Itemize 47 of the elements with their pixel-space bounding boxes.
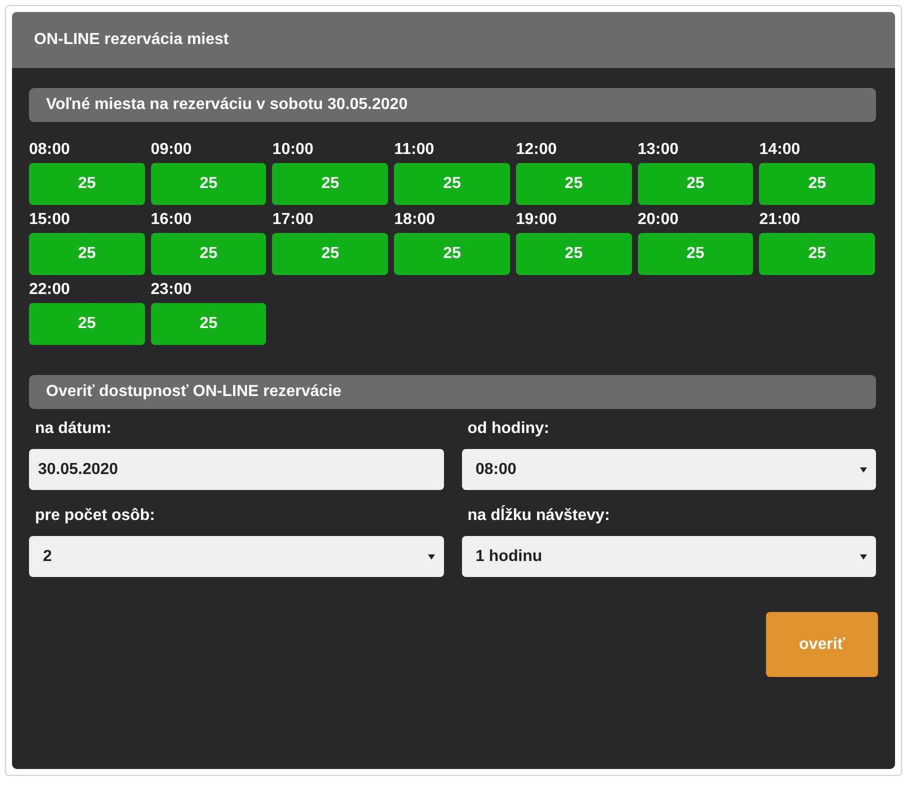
slot-button[interactable]: 25 [150, 163, 266, 205]
input-field[interactable]: 30.05.2020 [29, 449, 444, 490]
slot-time: 23:00 [150, 280, 192, 300]
slot-button[interactable]: 25 [150, 233, 266, 275]
slot-button[interactable]: 25 [638, 233, 754, 275]
field-label: od hodiny: [468, 419, 550, 439]
slot-button[interactable]: 25 [29, 233, 145, 275]
section-title: Overiť dostupnosť ON-LINE rezervácie [46, 383, 342, 401]
dropdown[interactable]: 1 hodinu [462, 536, 876, 577]
slot-time: 16:00 [150, 210, 192, 230]
slot-button[interactable]: 25 [272, 163, 388, 205]
slot-time: 15:00 [29, 210, 70, 230]
dropdown[interactable]: 08:00 [462, 449, 876, 490]
slot-time: 12:00 [516, 140, 557, 160]
section-title: Voľné miesta na rezerváciu v sobotu 30.05.2020 [46, 96, 408, 114]
slot-time: 20:00 [638, 210, 678, 230]
panel-title: ON-LINE rezervácia miest [34, 31, 229, 49]
slot-time: 17:00 [272, 210, 314, 230]
field-label: pre počet osôb: [35, 506, 156, 526]
slot-button[interactable]: 25 [759, 233, 875, 275]
slot-button[interactable]: 25 [516, 163, 632, 205]
caret-icon [860, 466, 867, 472]
slot-time: 13:00 [638, 140, 678, 160]
slot-time: 09:00 [150, 140, 192, 160]
slot-button[interactable]: 25 [29, 303, 145, 345]
dropdown[interactable]: 2 [29, 536, 444, 577]
field-label: na dátum: [35, 419, 112, 439]
slot-button[interactable]: 25 [394, 233, 510, 275]
slot-time: 21:00 [759, 210, 800, 230]
slot-button[interactable]: 25 [394, 163, 510, 205]
slot-time: 10:00 [272, 140, 314, 160]
check-button[interactable]: overiť [766, 612, 878, 677]
slot-time: 08:00 [29, 140, 70, 160]
slot-button[interactable]: 25 [29, 163, 145, 205]
slot-time: 11:00 [394, 140, 434, 160]
slot-time: 19:00 [516, 210, 557, 230]
slot-time: 18:00 [394, 210, 436, 230]
field-label: na dĺžku návštevy: [468, 506, 610, 526]
slot-button[interactable]: 25 [516, 233, 632, 275]
slot-button[interactable]: 25 [638, 163, 754, 205]
slot-time: 14:00 [759, 140, 800, 160]
slot-button[interactable]: 25 [759, 163, 875, 205]
slot-time: 22:00 [29, 280, 70, 300]
caret-icon [860, 554, 867, 560]
caret-icon [428, 554, 434, 560]
slot-button[interactable]: 25 [150, 303, 266, 345]
slot-button[interactable]: 25 [272, 233, 388, 275]
